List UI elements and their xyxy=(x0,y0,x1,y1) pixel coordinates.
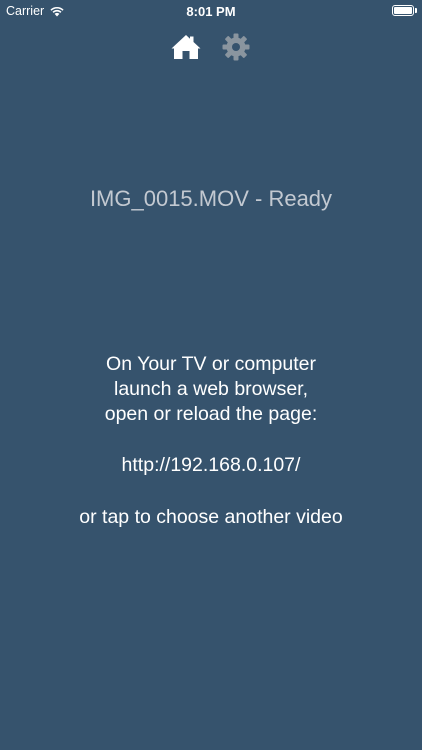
settings-button[interactable] xyxy=(220,31,252,63)
toolbar xyxy=(0,31,422,65)
status-time: 8:01 PM xyxy=(186,4,236,19)
instruction-line-2: launch a web browser, xyxy=(113,378,309,400)
home-icon xyxy=(171,35,201,59)
gear-icon xyxy=(222,33,250,61)
status-bar: Carrier 8:01 PM xyxy=(0,0,422,22)
file-status-label: IMG_0015.MOV - Ready xyxy=(89,186,333,211)
battery-level xyxy=(394,7,412,14)
home-button[interactable] xyxy=(170,31,202,63)
instruction-line-3: open or reload the page: xyxy=(104,403,318,425)
server-url: http://192.168.0.107/ xyxy=(121,454,301,476)
choose-video-link[interactable]: or tap to choose another video xyxy=(0,505,422,530)
instructions: On Your TV or computer launch a web brow… xyxy=(0,352,422,530)
battery-icon xyxy=(392,5,414,16)
instruction-line-1: On Your TV or computer xyxy=(106,353,316,375)
battery-nub xyxy=(415,8,417,13)
